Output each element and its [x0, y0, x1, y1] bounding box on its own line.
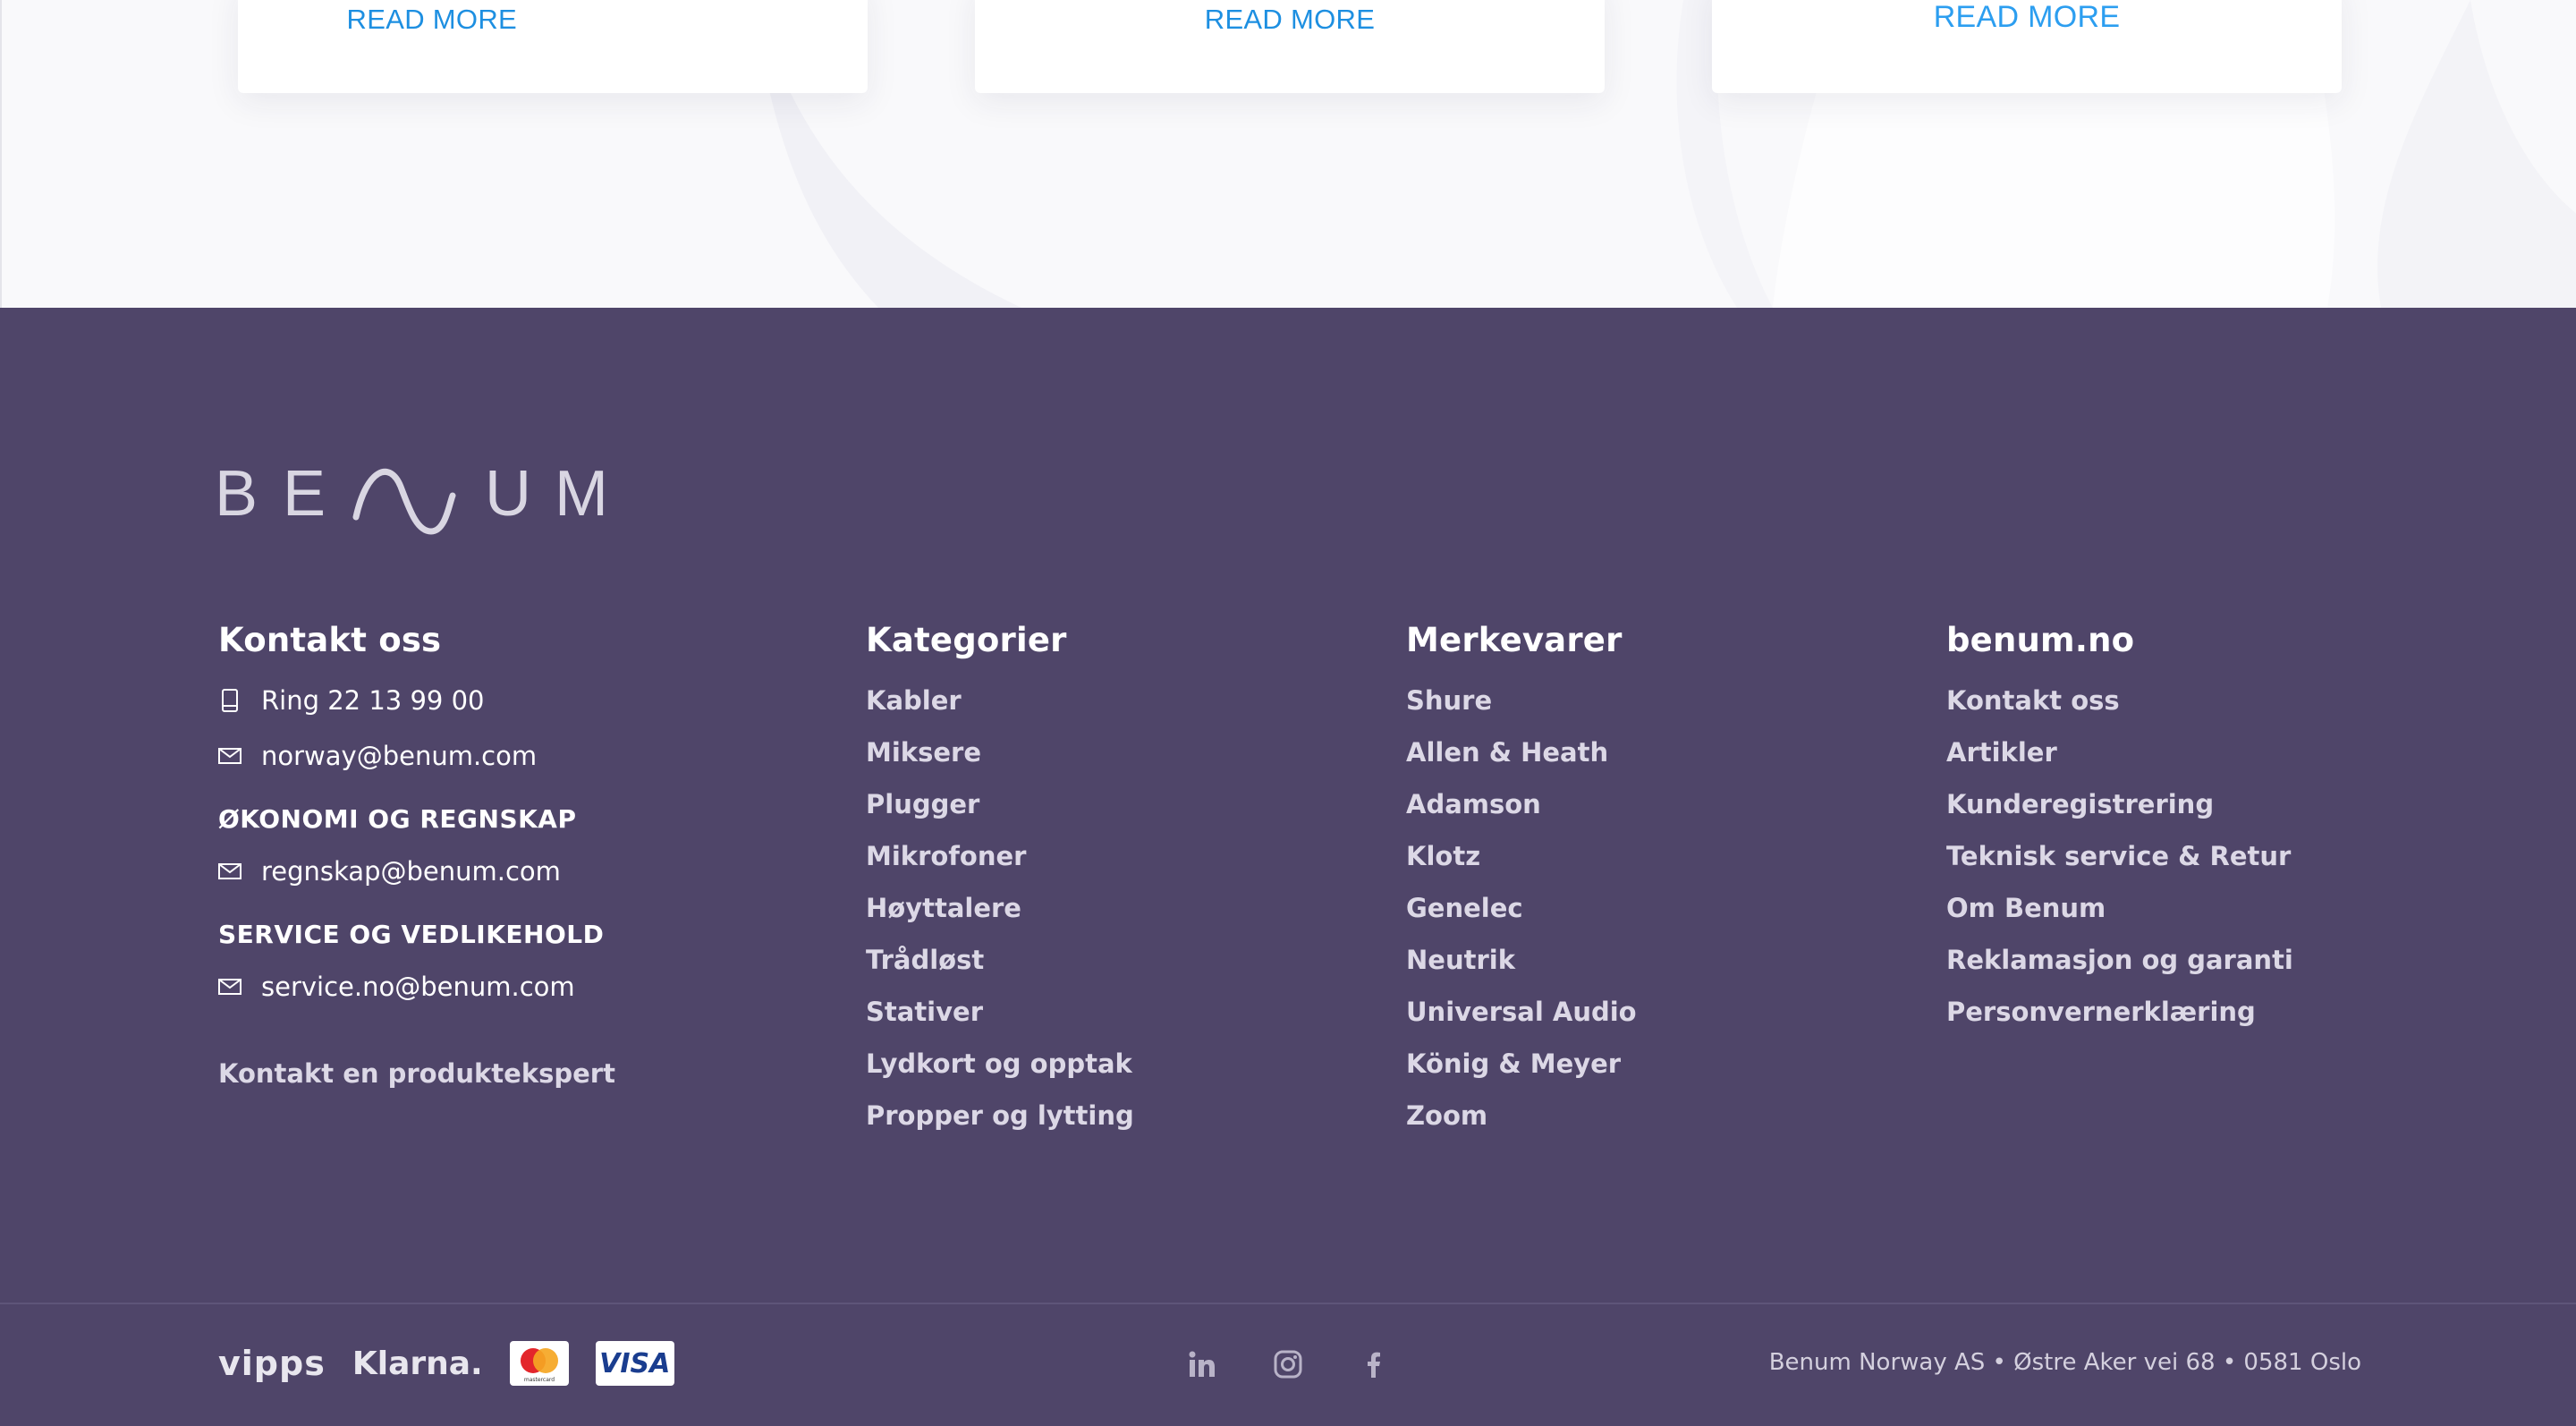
service-email-row[interactable]: service.no@benum.com [218, 969, 615, 1005]
read-more-link-2[interactable]: READ MORE [975, 4, 1605, 36]
article-card-1: READ MORE [238, 0, 868, 93]
category-link[interactable]: Kabler [866, 683, 1134, 734]
read-more-link-1[interactable]: READ MORE [238, 4, 631, 36]
site-link[interactable]: Om Benum [1946, 890, 2293, 942]
product-expert-link[interactable]: Kontakt en produktekspert [218, 1058, 615, 1089]
instagram-icon[interactable] [1267, 1343, 1309, 1386]
finance-email-row[interactable]: regnskap@benum.com [218, 853, 615, 889]
company-address: Benum Norway AS • Østre Aker vei 68 • 05… [1768, 1349, 2361, 1376]
site-links-list: Kontakt oss Artikler Kunderegistrering T… [1946, 683, 2293, 1046]
site-footer: B E U M Kontakt oss Ring 22 13 99 00 nor… [0, 308, 2576, 1426]
site-link[interactable]: Reklamasjon og garanti [1946, 942, 2293, 994]
categories-title: Kategorier [866, 621, 1067, 659]
mail-icon [218, 975, 242, 998]
category-link[interactable]: Propper og lytting [866, 1098, 1134, 1150]
brand-link[interactable]: Allen & Heath [1406, 734, 1637, 786]
brand-link[interactable]: Shure [1406, 683, 1637, 734]
contact-column: Kontakt oss Ring 22 13 99 00 norway@benu… [218, 621, 615, 1089]
brands-title: Merkevarer [1406, 621, 1623, 659]
email-link: norway@benum.com [261, 741, 538, 771]
email-row[interactable]: norway@benum.com [218, 738, 615, 774]
brand-link[interactable]: Zoom [1406, 1098, 1637, 1150]
read-more-link-3[interactable]: READ MORE [1712, 0, 2342, 35]
svg-text:E: E [283, 458, 326, 530]
brand-link[interactable]: Neutrik [1406, 942, 1637, 994]
category-link[interactable]: Plugger [866, 786, 1134, 838]
facebook-icon[interactable] [1352, 1343, 1395, 1386]
category-link[interactable]: Høyttalere [866, 890, 1134, 942]
svg-text:B: B [215, 458, 258, 530]
service-email-link: service.no@benum.com [261, 972, 575, 1002]
visa-logo: VISA [595, 1341, 674, 1386]
mail-icon [218, 860, 242, 883]
klarna-logo: Klarna. [352, 1345, 483, 1382]
mastercard-label: mastercard [524, 1377, 555, 1383]
svg-text:U: U [485, 458, 531, 530]
brands-column: Merkevarer Shure Allen & Heath Adamson K… [1406, 621, 1637, 1150]
article-card-3: READ MORE [1712, 0, 2342, 93]
article-strip: READ MORE READ MORE READ MORE [0, 0, 2576, 308]
phone-icon [218, 689, 242, 712]
category-link[interactable]: Mikrofoner [866, 838, 1134, 890]
categories-column: Kategorier Kabler Miksere Plugger Mikrof… [866, 621, 1134, 1150]
category-link[interactable]: Lydkort og opptak [866, 1046, 1134, 1098]
brand-link[interactable]: König & Meyer [1406, 1046, 1637, 1098]
brand-link[interactable]: Klotz [1406, 838, 1637, 890]
category-link[interactable]: Miksere [866, 734, 1134, 786]
linkedin-icon[interactable] [1181, 1343, 1224, 1386]
brands-list: Shure Allen & Heath Adamson Klotz Genele… [1406, 683, 1637, 1150]
category-link[interactable]: Trådløst [866, 942, 1134, 994]
social-links [1181, 1342, 1438, 1387]
brand-link[interactable]: Adamson [1406, 786, 1637, 838]
svg-text:M: M [555, 458, 608, 530]
brand-link[interactable]: Universal Audio [1406, 994, 1637, 1046]
categories-list: Kabler Miksere Plugger Mikrofoner Høytta… [866, 683, 1134, 1150]
phone-number: Ring 22 13 99 00 [261, 685, 485, 716]
site-link[interactable]: Teknisk service & Retur [1946, 838, 2293, 890]
finance-email-link: regnskap@benum.com [261, 856, 561, 887]
payment-methods: vipps Klarna. mastercard VISA [218, 1337, 674, 1390]
vipps-logo: vipps [218, 1344, 326, 1383]
article-card-2: READ MORE [975, 0, 1605, 93]
phone-row[interactable]: Ring 22 13 99 00 [218, 683, 615, 718]
site-link[interactable]: Personvernerklæring [1946, 994, 2293, 1046]
site-link[interactable]: Artikler [1946, 734, 2293, 786]
finance-heading: ØKONOMI OG REGNSKAP [218, 804, 577, 834]
contact-title: Kontakt oss [218, 621, 442, 659]
mail-icon [218, 744, 242, 768]
mastercard-logo: mastercard [509, 1341, 569, 1386]
service-heading: SERVICE OG VEDLIKEHOLD [218, 920, 605, 949]
site-links-column: benum.no Kontakt oss Artikler Kunderegis… [1946, 621, 2293, 1046]
category-link[interactable]: Stativer [866, 994, 1134, 1046]
brand-link[interactable]: Genelec [1406, 890, 1637, 942]
site-links-title: benum.no [1946, 621, 2135, 659]
footer-bottom-bar: vipps Klarna. mastercard VISA Benum Norw… [0, 1304, 2576, 1426]
site-link[interactable]: Kunderegistrering [1946, 786, 2293, 838]
benum-logo-mark: B E U M [215, 458, 608, 535]
site-link[interactable]: Kontakt oss [1946, 683, 2293, 734]
